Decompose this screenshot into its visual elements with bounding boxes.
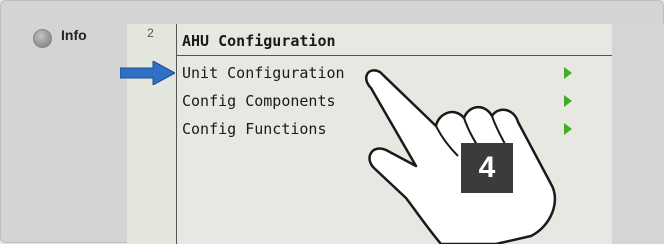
step-number-badge: 4 bbox=[461, 143, 513, 193]
info-led-icon bbox=[33, 29, 52, 48]
menu-item-label: Config Functions bbox=[182, 120, 327, 138]
pointing-hand-icon bbox=[365, 69, 557, 244]
hmi-device: Info 2 AHU Configuration Unit Configurat… bbox=[0, 0, 664, 244]
menu-item-label: Unit Configuration bbox=[182, 64, 345, 82]
info-label: Info bbox=[61, 27, 87, 43]
menu-item-label: Config Components bbox=[182, 92, 336, 110]
line-number: 2 bbox=[147, 26, 154, 40]
screen-right-margin bbox=[612, 24, 664, 244]
line-number-column: 2 bbox=[127, 24, 177, 244]
menu-header: AHU Configuration bbox=[177, 24, 612, 56]
selection-arrow-icon bbox=[120, 61, 175, 85]
menu-title: AHU Configuration bbox=[182, 32, 336, 50]
